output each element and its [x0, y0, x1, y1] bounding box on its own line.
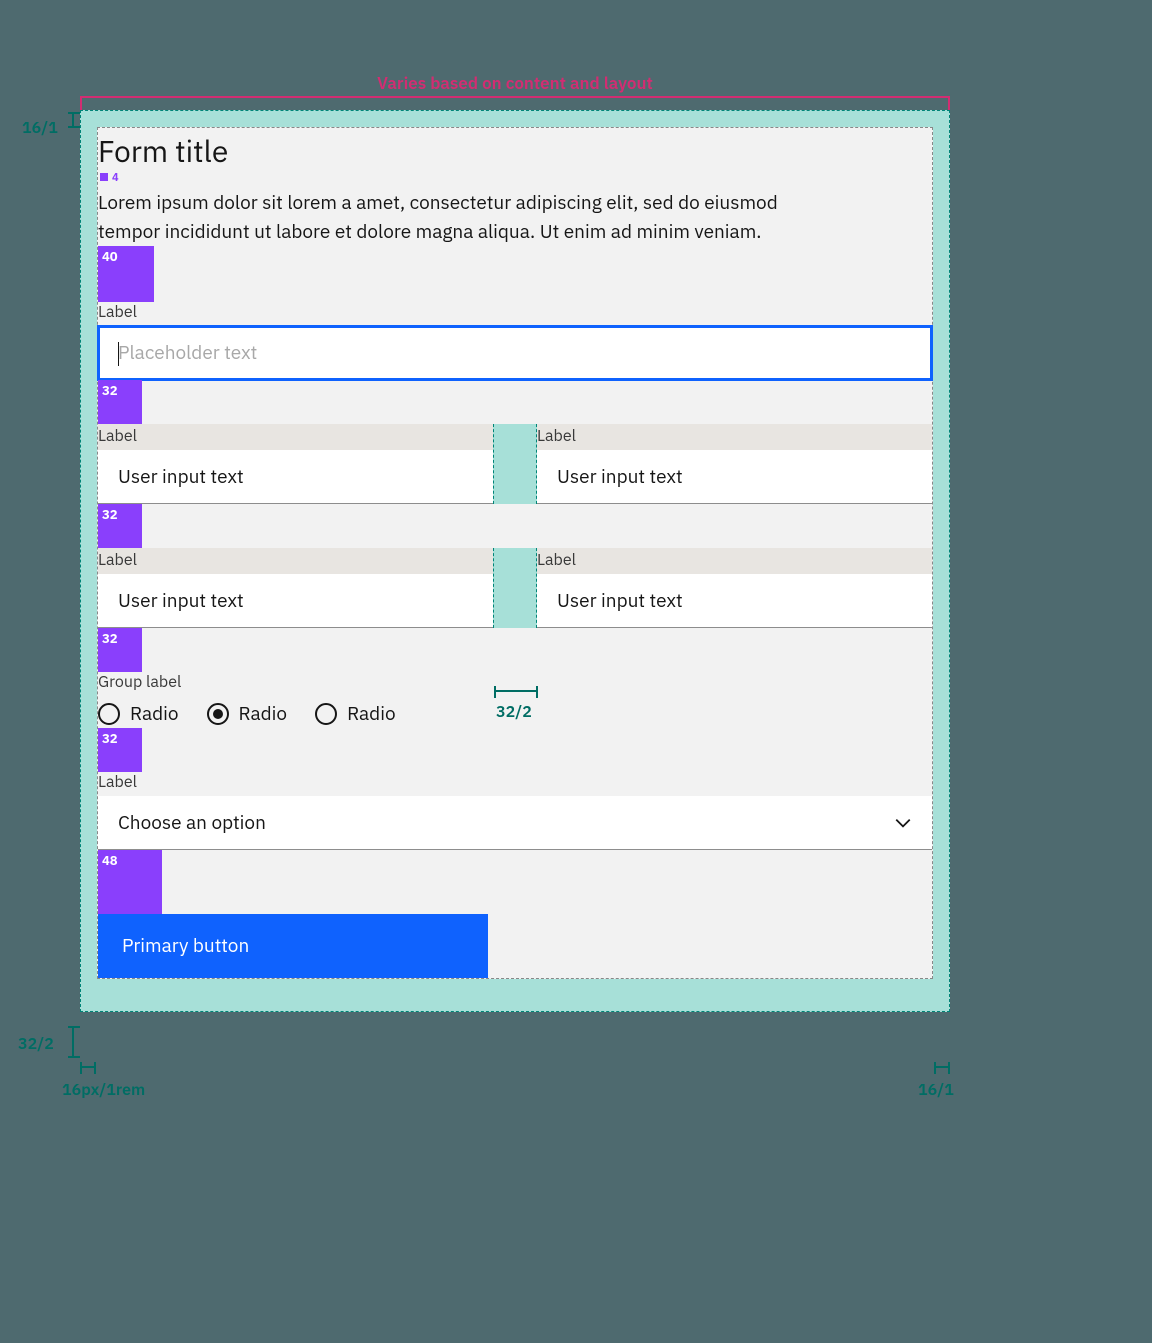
text-input-3r[interactable] — [537, 574, 932, 628]
column-gutter-1 — [493, 424, 537, 504]
spacer-40: 40 — [98, 246, 154, 302]
spec-stage: Form title 4 Lorem ipsum dolor sit lorem… — [80, 110, 950, 1012]
text-input-1[interactable] — [98, 326, 932, 380]
radio-option-2[interactable]: Radio — [207, 702, 288, 726]
annotation-right-padding-label: 16/1 — [918, 1080, 954, 1100]
annotation-gutter-label: 32/2 — [496, 702, 532, 722]
radio-label: Radio — [130, 702, 179, 726]
form-description: Lorem ipsum dolor sit lorem a amet, cons… — [98, 189, 778, 246]
chevron-down-icon — [894, 814, 912, 832]
radio-label: Radio — [239, 702, 288, 726]
text-input-2r[interactable] — [537, 450, 932, 504]
annotation-gutter-measure — [494, 690, 538, 692]
form-title: Form title — [98, 128, 932, 171]
field-label-3r: Label — [537, 550, 932, 574]
text-input-2l[interactable] — [98, 450, 493, 504]
annotation-bottom-padding-label: 32/2 — [18, 1034, 54, 1054]
spacer-32-d: 32 — [98, 728, 142, 772]
select-value: Choose an option — [118, 811, 266, 835]
annotation-top-width-label: Varies based on content and layout — [80, 72, 950, 94]
annotation-top-padding-measure — [72, 112, 74, 128]
field-label-2r: Label — [537, 426, 932, 450]
spacer-32-a: 32 — [98, 380, 142, 424]
field-label-1: Label — [98, 302, 932, 326]
text-input-3l[interactable] — [98, 574, 493, 628]
form-row-3: Label Label — [98, 548, 932, 628]
field-label-3l: Label — [98, 550, 493, 574]
radio-group-label: Group label — [98, 672, 932, 696]
radio-option-3[interactable]: Radio — [315, 702, 396, 726]
annotation-bottom-padding-measure — [72, 1026, 74, 1058]
column-gutter-2 — [493, 548, 537, 628]
radio-option-1[interactable]: Radio — [98, 702, 179, 726]
annotation-top-width-bracket — [80, 96, 950, 108]
annotation-top-padding-label: 16/1 — [22, 118, 58, 138]
margin-box: Form title 4 Lorem ipsum dolor sit lorem… — [80, 110, 950, 1012]
spacer-48: 48 — [98, 850, 162, 914]
form-row-2: Label Label — [98, 424, 932, 504]
radio-icon — [207, 703, 229, 725]
primary-button[interactable]: Primary button — [98, 914, 488, 978]
select-dropdown[interactable]: Choose an option — [98, 796, 932, 850]
text-input-1-wrap — [98, 326, 932, 380]
form-panel: Form title 4 Lorem ipsum dolor sit lorem… — [97, 127, 933, 979]
annotation-left-padding-measure — [80, 1066, 96, 1068]
spacer-32-c: 32 — [98, 628, 142, 672]
annotation-right-padding-measure — [934, 1066, 950, 1068]
spacer-32-b: 32 — [98, 504, 142, 548]
radio-icon — [315, 703, 337, 725]
text-caret-icon — [118, 342, 119, 366]
select-label: Label — [98, 772, 932, 796]
radio-icon — [98, 703, 120, 725]
spacer-4: 4 — [98, 171, 932, 185]
radio-label: Radio — [347, 702, 396, 726]
button-label: Primary button — [122, 934, 249, 958]
annotation-left-padding-label: 16px/1rem — [62, 1080, 145, 1100]
field-label-2l: Label — [98, 426, 493, 450]
